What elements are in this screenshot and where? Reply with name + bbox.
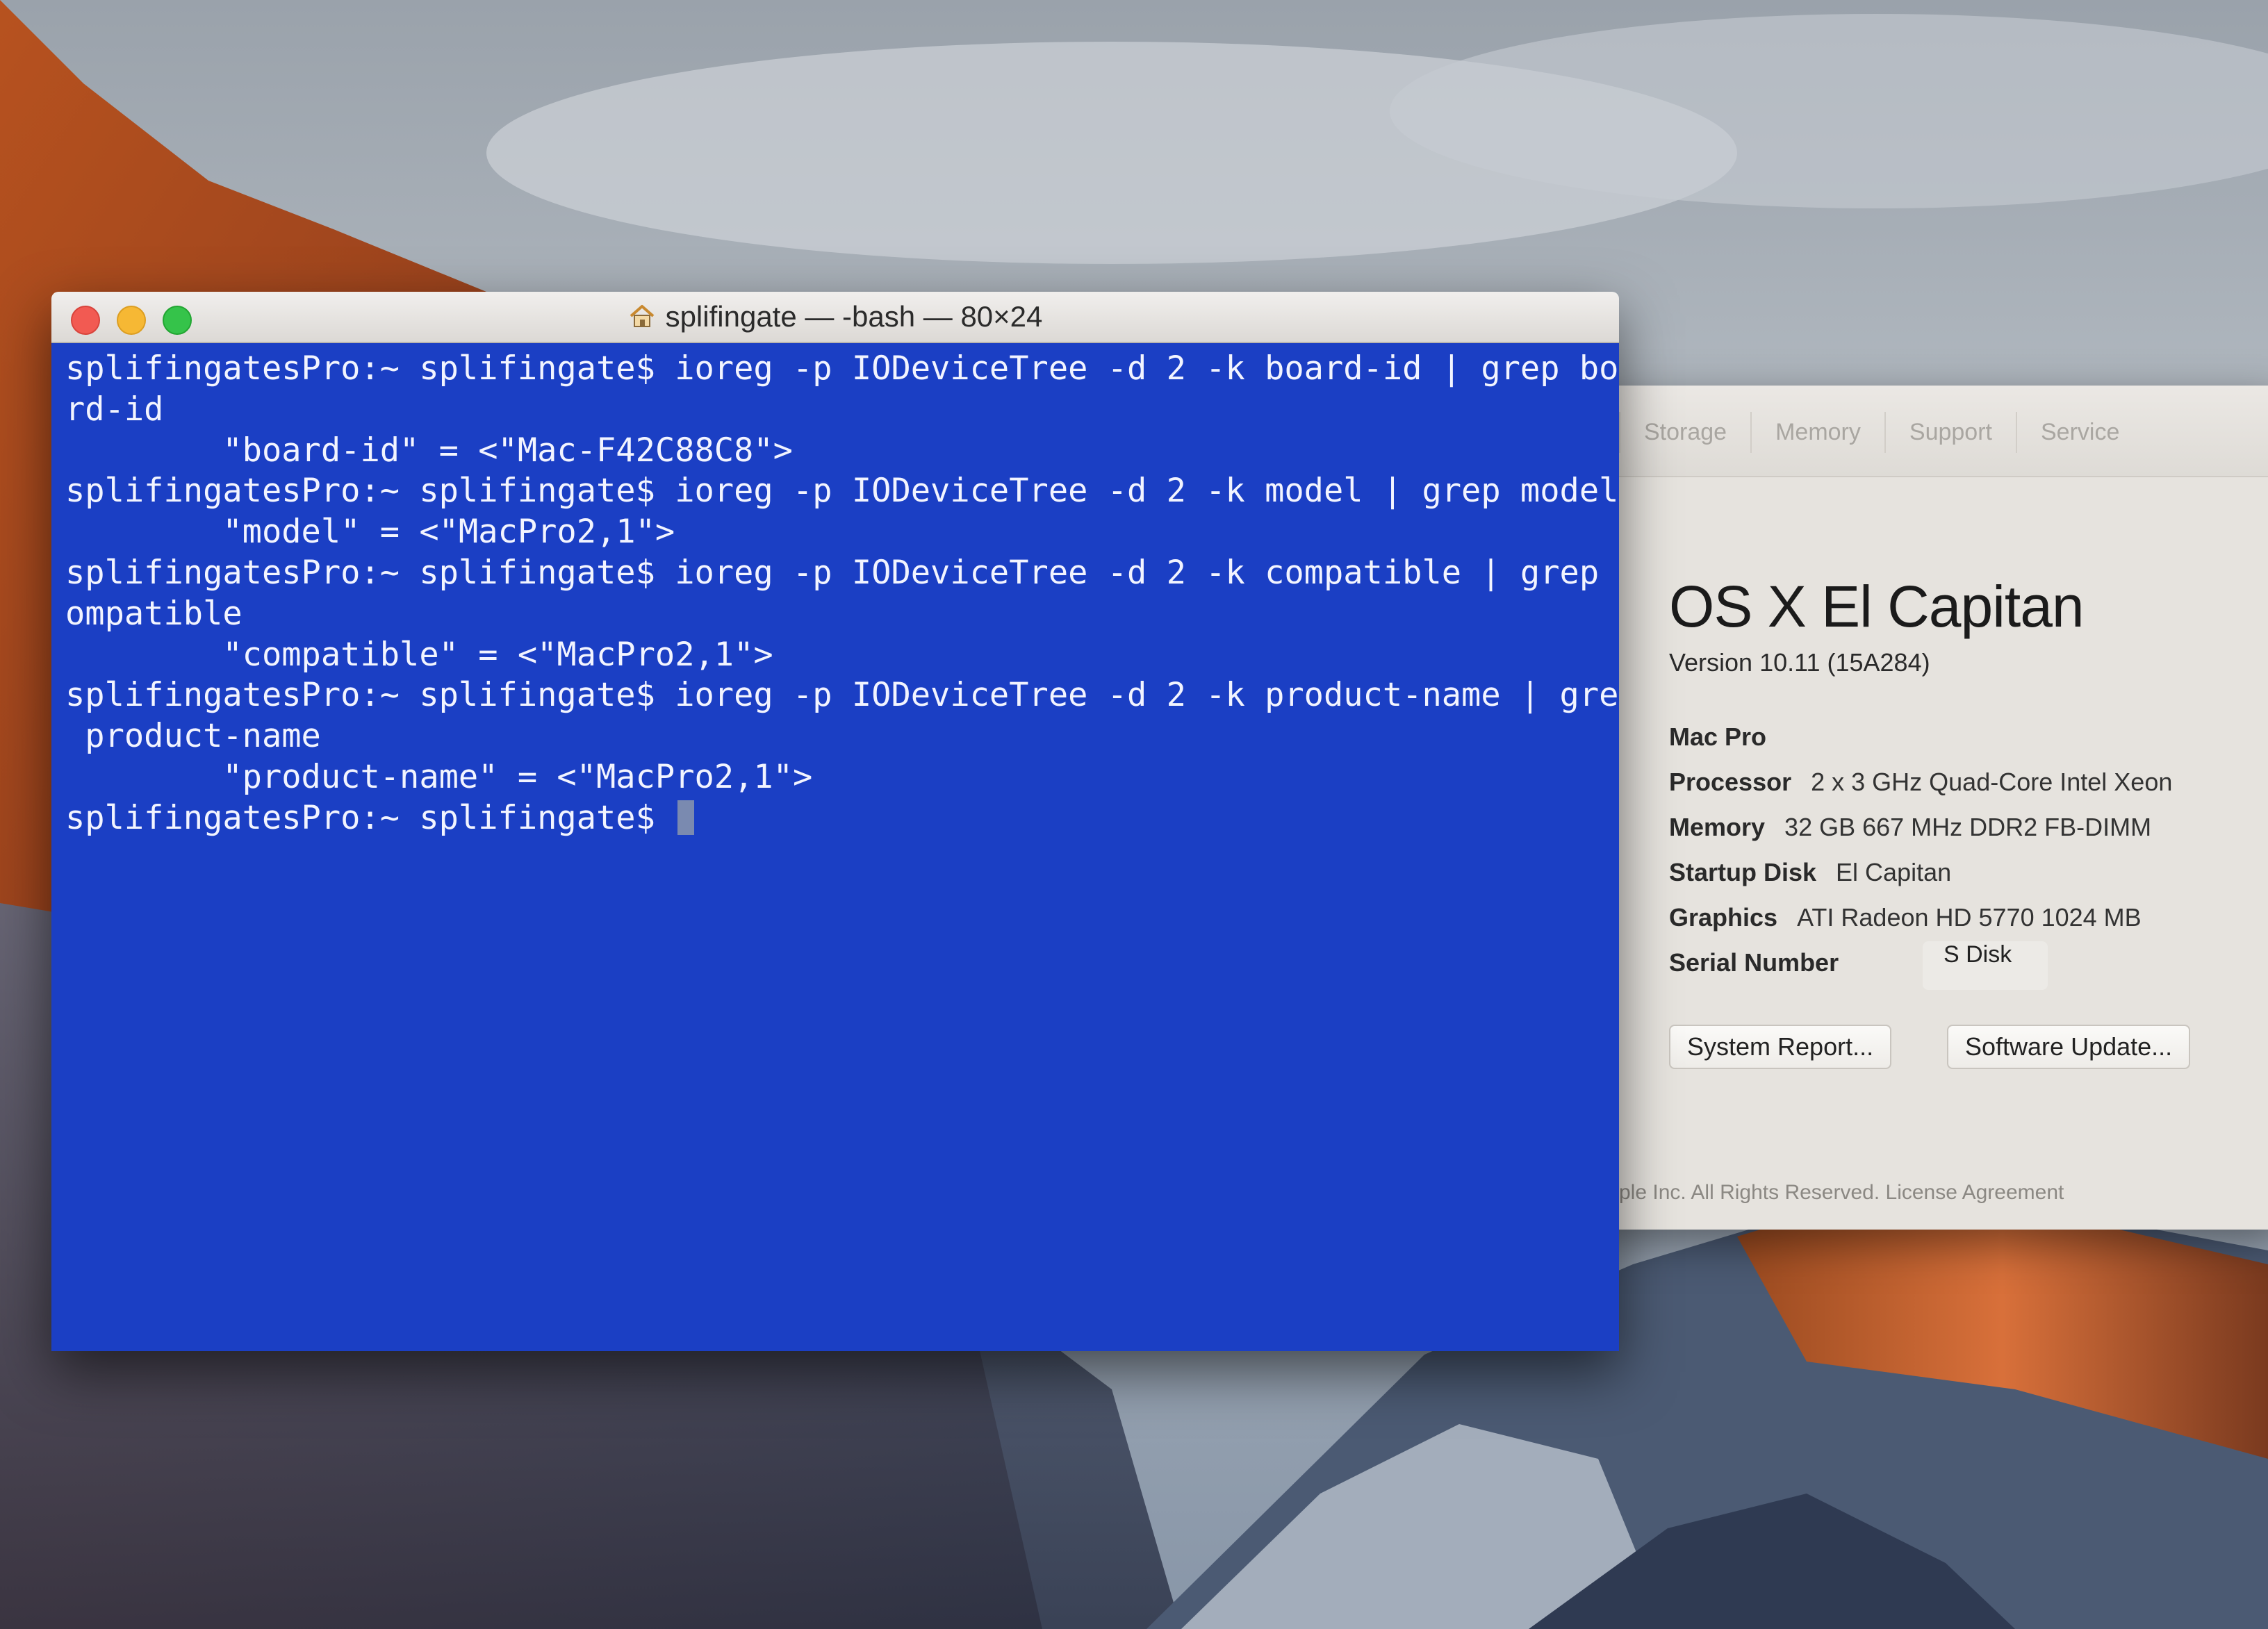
terminal-line: splifingatesPro:~ splifingate$ ioreg -p … <box>65 472 1619 511</box>
tab-memory[interactable]: Memory <box>1750 412 1884 453</box>
text-cursor <box>677 800 695 835</box>
terminal-line: splifingatesPro:~ splifingate$ ioreg -p … <box>65 676 1619 715</box>
terminal-line: "compatible" = <"MacPro2,1"> <box>65 635 773 674</box>
startup-disk-value: El Capitan <box>1836 858 1952 886</box>
terminal-line: ompatible <box>65 594 243 633</box>
spec-memory: Memory 32 GB 667 MHz DDR2 FB-DIMM <box>1669 813 2151 842</box>
serial-partial-text: S Disk <box>1944 941 2012 968</box>
memory-value: 32 GB 667 MHz DDR2 FB-DIMM <box>1784 813 2152 841</box>
terminal-line: product-name <box>65 717 321 756</box>
spec-graphics: Graphics ATI Radeon HD 5770 1024 MB <box>1669 903 2142 932</box>
software-update-button[interactable]: Software Update... <box>1947 1025 2191 1069</box>
tab-service[interactable]: Service <box>2015 412 2143 453</box>
terminal-line: rd-id <box>65 390 164 429</box>
copyright-text: ple Inc. All Rights Reserved. License Ag… <box>1619 1181 2064 1204</box>
terminal-titlebar[interactable]: splifingate — -bash — 80×24 <box>51 292 1619 343</box>
terminal-prompt: splifingatesPro:~ splifingate$ <box>65 798 675 837</box>
tab-storage[interactable]: Storage <box>1619 412 1750 453</box>
processor-label: Processor <box>1669 768 1792 796</box>
spec-startup-disk: Startup Disk El Capitan <box>1669 858 1951 887</box>
model-label: Mac Pro <box>1669 722 1767 751</box>
processor-value: 2 x 3 GHz Quad-Core Intel Xeon <box>1811 768 2173 796</box>
about-toolbar: Storage Memory Support Service <box>1591 386 2268 477</box>
terminal-line: "product-name" = <"MacPro2,1"> <box>65 757 813 796</box>
graphics-label: Graphics <box>1669 903 1778 932</box>
spec-serial-number: Serial Number <box>1669 948 1858 977</box>
os-version: Version 10.11 (15A284) <box>1669 648 1930 677</box>
model-name: Mac Pro <box>1669 722 1786 752</box>
terminal-title: splifingate — -bash — 80×24 <box>51 292 1619 342</box>
terminal-output[interactable]: splifingatesPro:~ splifingate$ ioreg -p … <box>51 343 1619 1351</box>
tab-support[interactable]: Support <box>1884 412 2016 453</box>
terminal-line: splifingatesPro:~ splifingate$ ioreg -p … <box>65 553 1619 592</box>
system-report-button[interactable]: System Report... <box>1669 1025 1892 1069</box>
terminal-window[interactable]: splifingate — -bash — 80×24 splifingates… <box>51 292 1619 1351</box>
about-tab-bar: Storage Memory Support Service <box>1619 412 2143 453</box>
serial-number-label: Serial Number <box>1669 948 1839 977</box>
terminal-line: splifingatesPro:~ splifingate$ ioreg -p … <box>65 349 1619 388</box>
copyright-footer: ple Inc. All Rights Reserved. License Ag… <box>1619 1181 2064 1205</box>
terminal-line: "board-id" = <"Mac-F42C88C8"> <box>65 431 793 470</box>
os-name: OS X El Capitan <box>1669 574 2085 639</box>
terminal-title-text: splifingate — -bash — 80×24 <box>665 300 1043 333</box>
memory-label: Memory <box>1669 813 1766 841</box>
home-icon <box>628 294 656 344</box>
startup-disk-label: Startup Disk <box>1669 858 1817 886</box>
about-this-mac-window: Storage Memory Support Service OS X El C… <box>1591 386 2268 1230</box>
terminal-line: "model" = <"MacPro2,1"> <box>65 513 675 552</box>
spec-processor: Processor 2 x 3 GHz Quad-Core Intel Xeon <box>1669 768 2172 797</box>
graphics-value: ATI Radeon HD 5770 1024 MB <box>1797 903 2142 932</box>
terminal-prompt-line[interactable]: splifingatesPro:~ splifingate$ <box>65 798 1619 839</box>
